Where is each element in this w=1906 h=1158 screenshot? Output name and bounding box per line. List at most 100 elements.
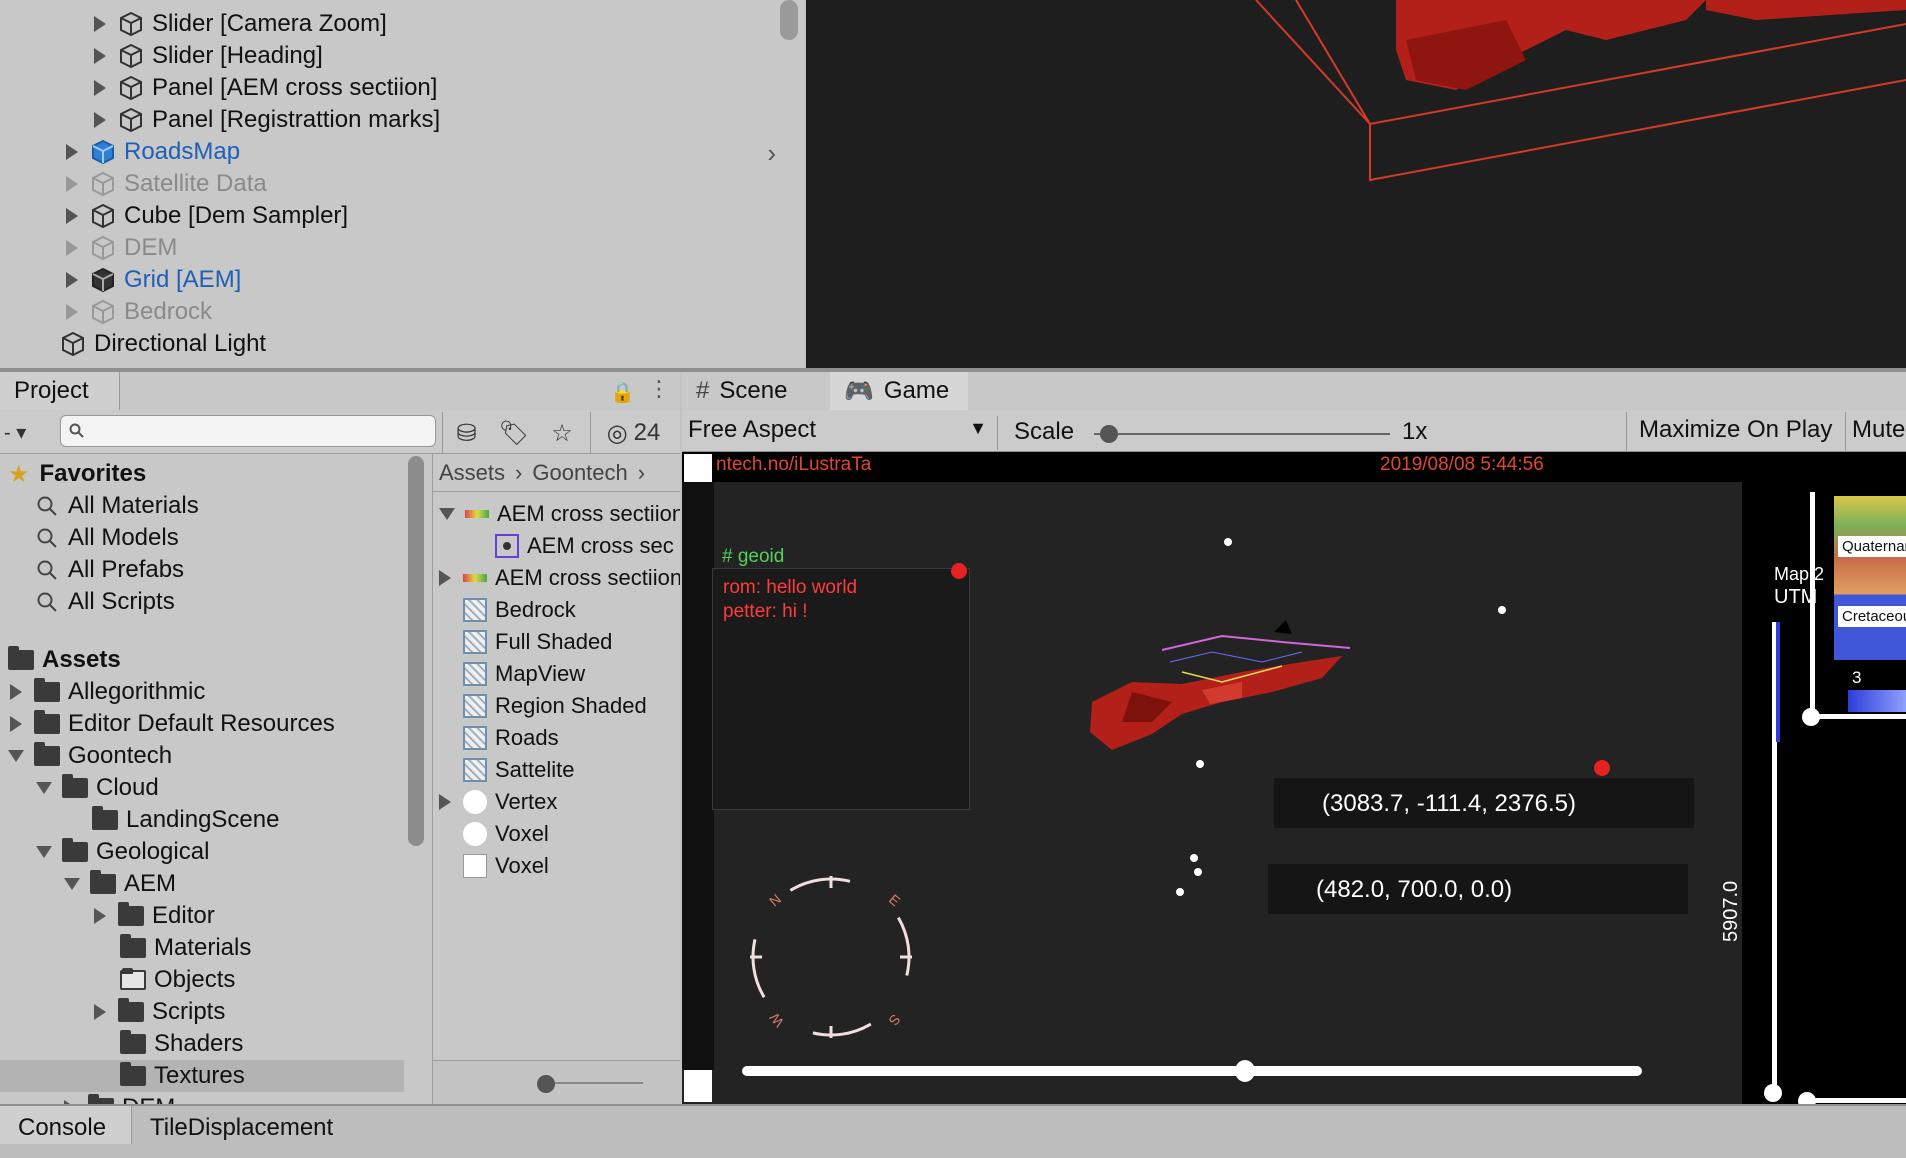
assets-root[interactable]: Assets bbox=[8, 644, 121, 676]
asset-item[interactable]: Voxel bbox=[463, 850, 549, 882]
coordinate-text: (482.0, 700.0, 0.0) bbox=[1316, 876, 1513, 903]
hidden-packages-button[interactable]: ◎ 24 bbox=[590, 412, 676, 454]
hierarchy-item[interactable]: Panel [Registrattion marks] bbox=[94, 104, 440, 136]
breadcrumb-item[interactable]: Goontech bbox=[532, 460, 627, 486]
hierarchy-item[interactable]: Grid [AEM] bbox=[66, 264, 241, 296]
folder-item[interactable]: LandingScene bbox=[92, 804, 279, 836]
search-input[interactable] bbox=[60, 415, 436, 447]
scale-slider-handle[interactable] bbox=[1099, 425, 1118, 443]
folder-item[interactable]: Materials bbox=[120, 932, 251, 964]
breadcrumb-item[interactable]: Assets bbox=[439, 460, 505, 486]
asset-label: Full Shaded bbox=[495, 629, 613, 654]
asset-item[interactable]: AEM cross sectiion bbox=[439, 498, 680, 530]
gameobject-icon bbox=[92, 299, 114, 325]
folder-label: Goontech bbox=[68, 742, 173, 769]
folder-item[interactable]: AEM bbox=[64, 868, 176, 900]
game-viewport[interactable]: ntech.no/iLustraTa 2019/08/08 5:44:56 # … bbox=[682, 452, 1906, 1104]
hierarchy-item[interactable]: Slider [Heading] bbox=[94, 40, 323, 72]
folder-item[interactable]: Geological bbox=[36, 836, 209, 868]
folder-item[interactable]: Shaders bbox=[120, 1028, 243, 1060]
zoom-slider-track[interactable] bbox=[543, 1082, 643, 1084]
scene-view[interactable] bbox=[806, 0, 1906, 368]
asset-item[interactable]: MapView bbox=[463, 658, 585, 690]
vertical-slider-handle[interactable] bbox=[1764, 1084, 1782, 1102]
favorite-item[interactable]: All Models bbox=[36, 522, 179, 554]
hierarchy-item[interactable]: Satellite Data bbox=[66, 168, 267, 200]
tree-scrollbar[interactable] bbox=[408, 456, 424, 846]
scale-label: Scale bbox=[1014, 418, 1075, 445]
asset-item[interactable]: Region Shaded bbox=[463, 690, 647, 722]
folder-icon bbox=[34, 742, 60, 766]
hierarchy-scrollbar[interactable] bbox=[780, 0, 798, 40]
folder-item[interactable]: Cloud bbox=[36, 772, 159, 804]
favorites-header[interactable]: ★ Favorites bbox=[8, 458, 146, 490]
hierarchy-item[interactable]: DEM bbox=[66, 232, 177, 264]
asset-item[interactable]: Sattelite bbox=[463, 754, 575, 786]
asset-item[interactable]: Vertex bbox=[439, 786, 557, 818]
asset-item[interactable]: Full Shaded bbox=[463, 626, 612, 658]
hierarchy-item-label: Panel [AEM cross sectiion] bbox=[152, 74, 438, 101]
tab-project[interactable]: Project bbox=[0, 372, 120, 410]
asset-item[interactable]: AEM cross sectiion bbox=[439, 562, 680, 594]
tab-game[interactable]: 🎮 Game bbox=[830, 372, 968, 410]
tab-scene[interactable]: # Scene bbox=[682, 372, 828, 410]
filter-by-type-icon[interactable]: ⛁ bbox=[442, 412, 490, 454]
tab-console[interactable]: Console bbox=[0, 1106, 132, 1144]
folder-item[interactable]: Editor bbox=[94, 900, 215, 932]
folder-item[interactable]: Objects bbox=[120, 964, 235, 996]
folder-item[interactable]: Editor Default Resources bbox=[10, 708, 335, 740]
favorite-item[interactable]: All Prefabs bbox=[36, 554, 184, 586]
hierarchy-item[interactable]: Slider [Camera Zoom] bbox=[94, 8, 387, 40]
prefab-icon bbox=[92, 267, 114, 293]
timeline-slider-handle[interactable] bbox=[1234, 1060, 1255, 1082]
asset-item[interactable]: Bedrock bbox=[463, 594, 576, 626]
texture-icon bbox=[465, 510, 489, 518]
timeline-slider[interactable] bbox=[742, 1060, 1642, 1082]
mute-toggle[interactable]: Mute bbox=[1852, 416, 1905, 444]
folder-item[interactable]: Scripts bbox=[94, 996, 225, 1028]
folder-item[interactable]: Allegorithmic bbox=[10, 676, 205, 708]
hierarchy-item-label: RoadsMap bbox=[124, 138, 241, 165]
asset-item[interactable]: AEM cross sec bbox=[495, 530, 674, 562]
hierarchy-item[interactable]: Bedrock bbox=[66, 296, 212, 328]
hierarchy-item[interactable]: Directional Light bbox=[60, 328, 266, 360]
gameobject-icon bbox=[120, 43, 142, 69]
coordinate-readout: (3083.7, -111.4, 2376.5) bbox=[1274, 778, 1694, 828]
asset-item[interactable]: Voxel bbox=[463, 818, 549, 850]
legend-number: 3 bbox=[1852, 668, 1862, 687]
chevron-right-icon: › bbox=[637, 459, 646, 485]
scale-slider[interactable] bbox=[1094, 424, 1390, 444]
folder-label: AEM bbox=[124, 870, 177, 897]
favorite-item[interactable]: All Materials bbox=[36, 490, 199, 522]
folder-item[interactable]: Goontech bbox=[8, 740, 172, 772]
folder-label: Objects bbox=[154, 966, 236, 993]
aspect-dropdown[interactable]: Free Aspect ▼ bbox=[688, 416, 998, 450]
folder-icon bbox=[120, 1062, 146, 1086]
favorite-item[interactable]: All Scripts bbox=[36, 586, 175, 618]
hierarchy-item[interactable]: Panel [AEM cross sectiion] bbox=[94, 72, 437, 104]
hierarchy-item[interactable]: Cube [Dem Sampler] bbox=[66, 200, 348, 232]
search-icon bbox=[37, 592, 57, 612]
zoom-slider-handle[interactable] bbox=[537, 1075, 555, 1093]
maximize-on-play-toggle[interactable]: Maximize On Play bbox=[1626, 412, 1846, 452]
folder-item-selected[interactable]: Textures bbox=[0, 1060, 404, 1092]
vertical-slider-fill bbox=[1776, 622, 1780, 742]
bottom-h-track bbox=[1806, 1098, 1906, 1103]
folder-icon bbox=[118, 902, 144, 926]
folder-label: Materials bbox=[154, 934, 252, 961]
gameobject-icon bbox=[92, 235, 114, 261]
tab-tile-displacement[interactable]: TileDisplacement bbox=[150, 1114, 333, 1142]
more-menu-icon[interactable]: ⋮ bbox=[648, 376, 670, 402]
create-dropdown-icon[interactable]: - ▾ bbox=[4, 420, 26, 445]
favorites-label: Favorites bbox=[39, 460, 147, 487]
filter-by-label-icon[interactable]: 🏷 bbox=[490, 412, 538, 454]
favorites-star-icon[interactable]: ☆ bbox=[538, 412, 586, 454]
lock-icon[interactable]: 🔒 bbox=[610, 380, 635, 405]
bottom-h-handle[interactable] bbox=[1798, 1092, 1816, 1104]
chevron-right-icon[interactable]: › bbox=[767, 138, 776, 169]
hierarchy-item[interactable]: RoadsMap › bbox=[66, 136, 776, 168]
asset-item[interactable]: Roads bbox=[463, 722, 559, 754]
folder-item[interactable]: DEM bbox=[64, 1092, 175, 1104]
gameobject-icon bbox=[92, 203, 114, 229]
prefab-icon bbox=[92, 139, 114, 165]
